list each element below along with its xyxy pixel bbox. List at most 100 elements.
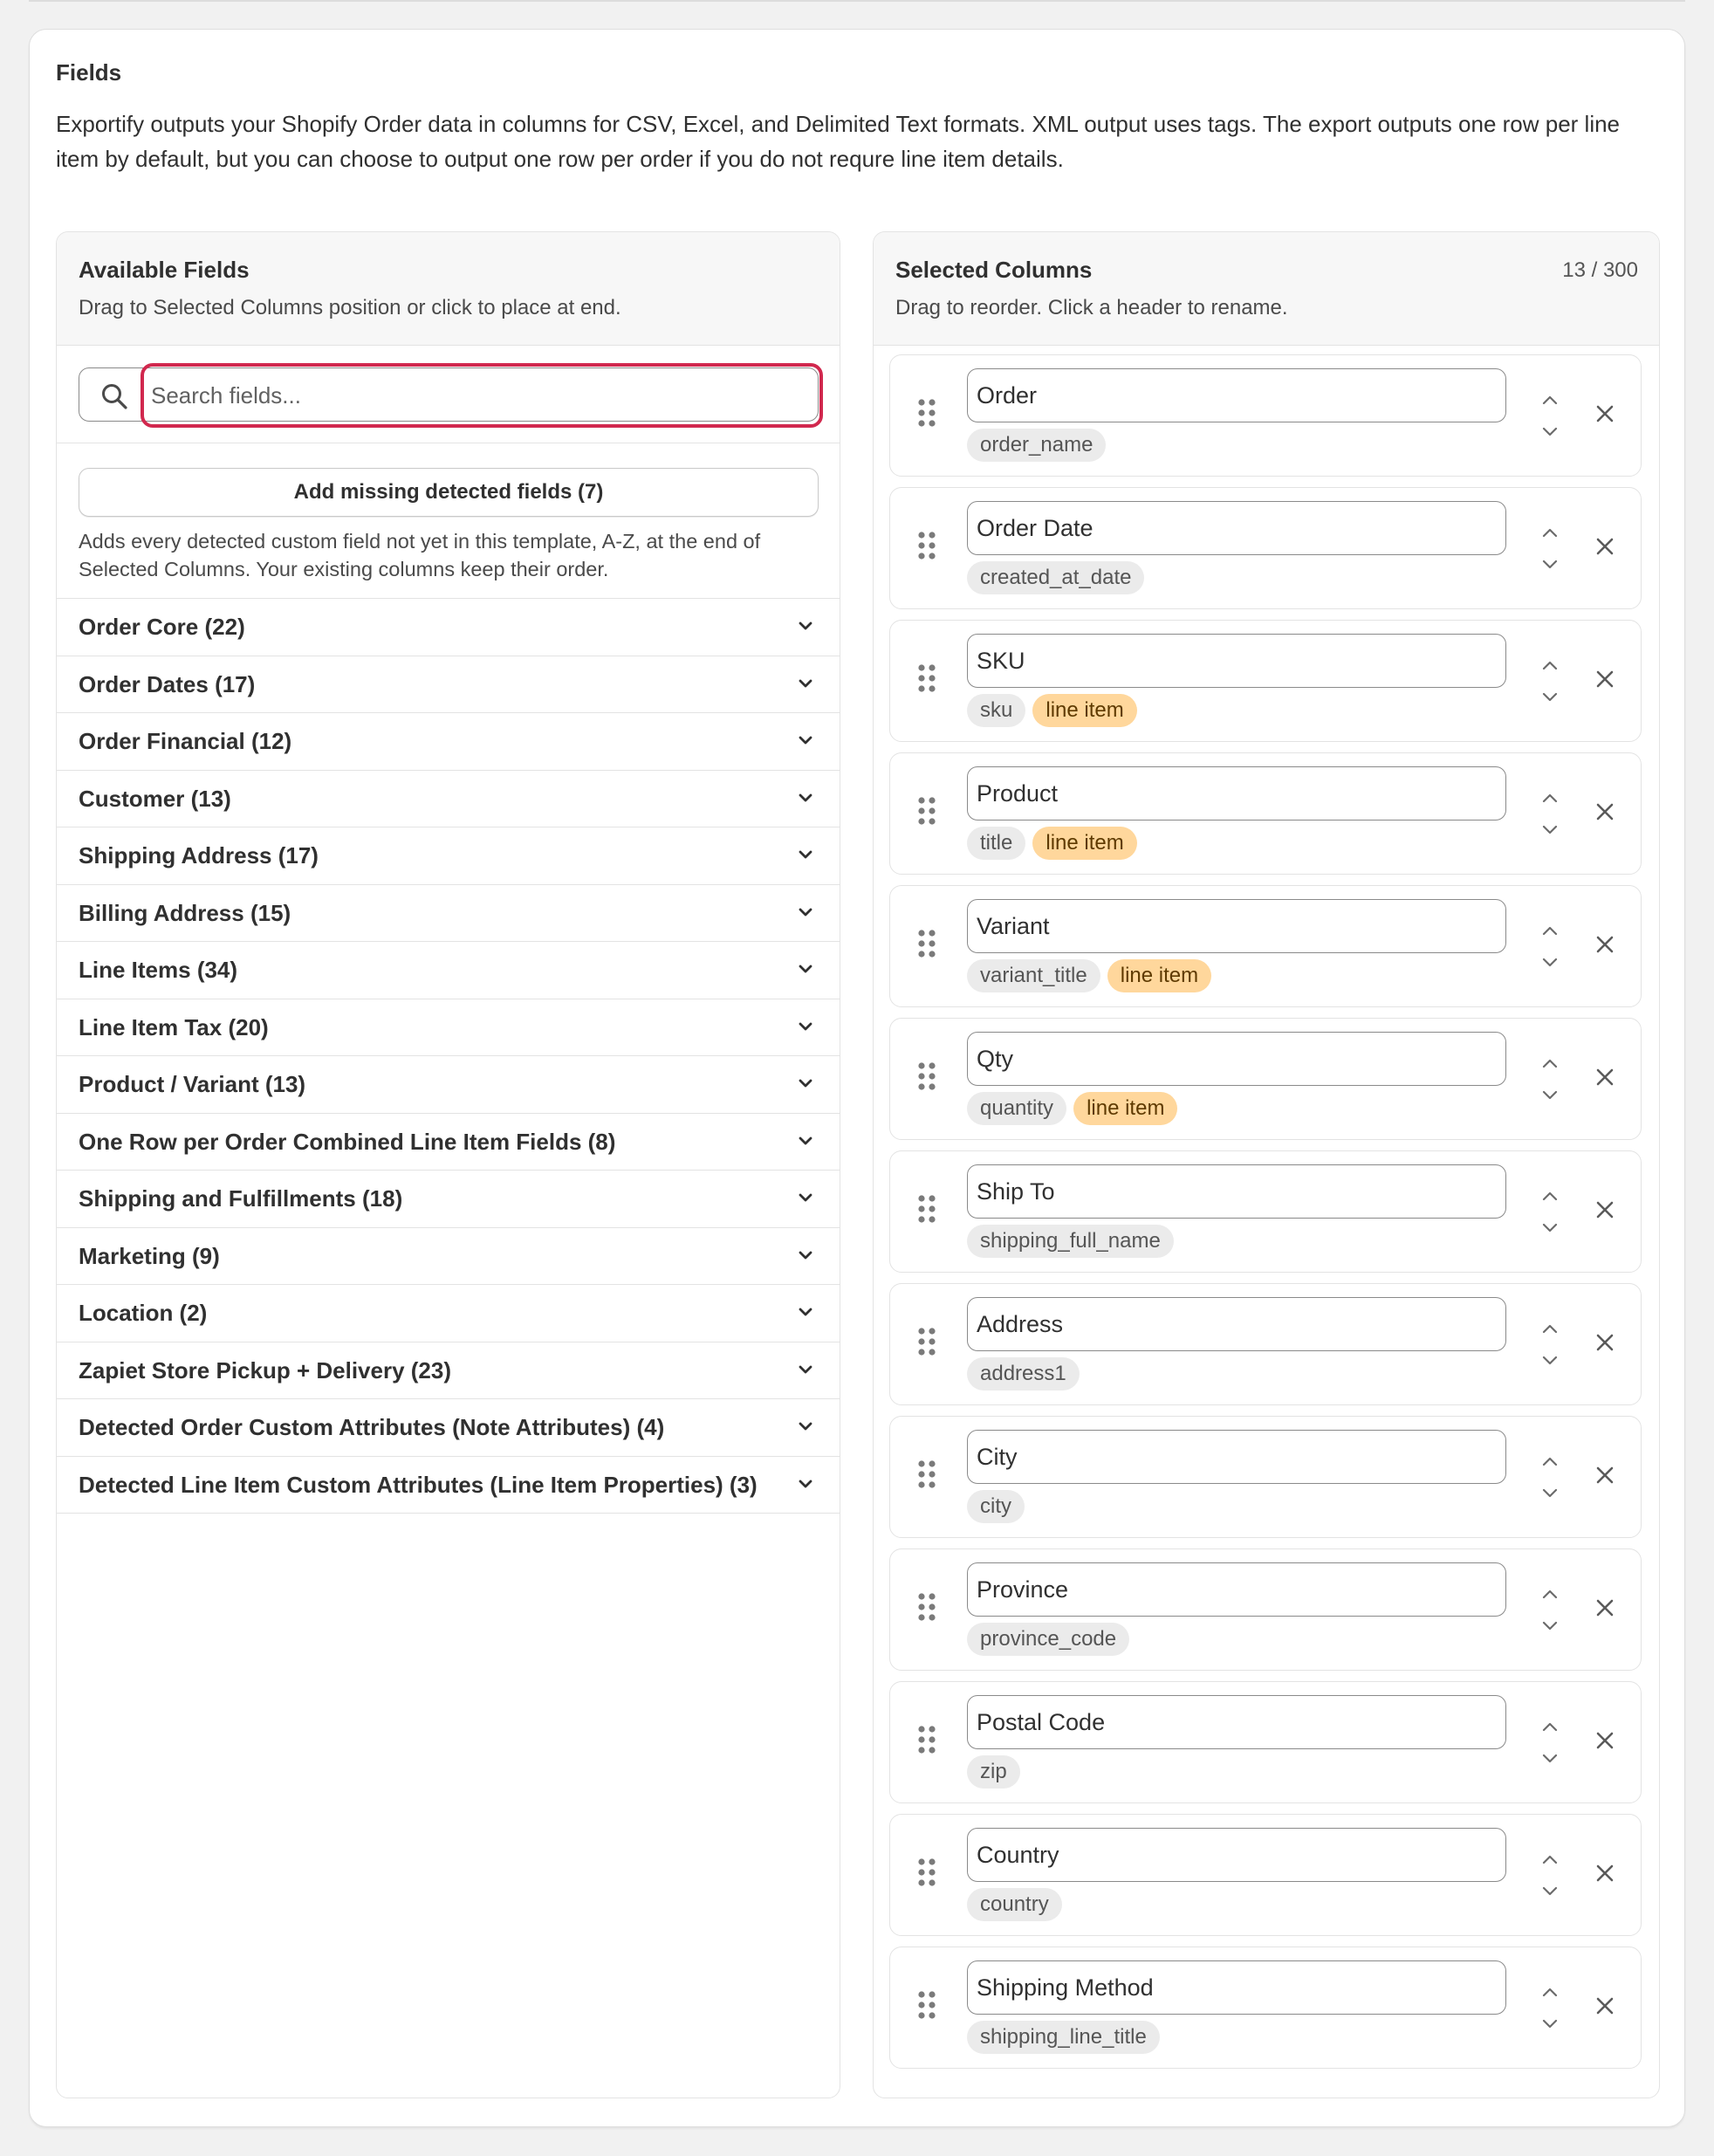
move-down-button[interactable] xyxy=(1539,1487,1560,1500)
drag-handle-icon[interactable] xyxy=(916,1193,937,1225)
selected-column-card[interactable]: address1 xyxy=(889,1283,1642,1405)
category-row[interactable]: Order Financial (12) xyxy=(57,713,840,771)
move-down-button[interactable] xyxy=(1539,425,1560,439)
move-up-button[interactable] xyxy=(1539,1322,1560,1335)
column-name-input[interactable] xyxy=(967,1164,1506,1219)
selected-column-card[interactable]: shipping_line_title xyxy=(889,1947,1642,2069)
move-down-button[interactable] xyxy=(1539,558,1560,572)
move-down-button[interactable] xyxy=(1539,1221,1560,1235)
selected-column-card[interactable]: order_name xyxy=(889,354,1642,477)
category-row[interactable]: Detected Line Item Custom Attributes (Li… xyxy=(57,1457,840,1514)
category-row[interactable]: Shipping and Fulfillments (18) xyxy=(57,1171,840,1228)
add-missing-detected-fields-button[interactable]: Add missing detected fields (7) xyxy=(79,468,819,517)
category-row[interactable]: Order Dates (17) xyxy=(57,656,840,713)
remove-column-button[interactable] xyxy=(1594,933,1616,956)
remove-column-button[interactable] xyxy=(1594,668,1616,690)
move-down-button[interactable] xyxy=(1539,2017,1560,2031)
drag-handle-icon[interactable] xyxy=(916,397,937,429)
field-key-tag: zip xyxy=(967,1755,1020,1789)
remove-column-button[interactable] xyxy=(1594,1331,1616,1354)
move-up-button[interactable] xyxy=(1539,393,1560,407)
selected-column-card[interactable]: zip xyxy=(889,1681,1642,1803)
category-row[interactable]: Marketing (9) xyxy=(57,1228,840,1285)
move-up-button[interactable] xyxy=(1539,924,1560,937)
category-row[interactable]: Shipping Address (17) xyxy=(57,827,840,885)
column-name-input[interactable] xyxy=(967,766,1506,821)
column-name-input[interactable] xyxy=(967,899,1506,953)
move-down-button[interactable] xyxy=(1539,823,1560,837)
remove-column-button[interactable] xyxy=(1594,800,1616,823)
category-row[interactable]: Product / Variant (13) xyxy=(57,1056,840,1114)
selected-column-card[interactable]: quantityline item xyxy=(889,1018,1642,1140)
move-down-button[interactable] xyxy=(1539,690,1560,704)
column-name-input[interactable] xyxy=(967,501,1506,555)
move-down-button[interactable] xyxy=(1539,1354,1560,1368)
move-down-button[interactable] xyxy=(1539,1752,1560,1766)
move-down-button[interactable] xyxy=(1539,956,1560,970)
selected-column-card[interactable]: variant_titleline item xyxy=(889,885,1642,1007)
move-up-button[interactable] xyxy=(1539,1587,1560,1601)
field-key-tag: variant_title xyxy=(967,959,1100,992)
drag-handle-icon[interactable] xyxy=(916,795,937,827)
column-name-input[interactable] xyxy=(967,1695,1506,1749)
drag-handle-icon[interactable] xyxy=(916,1326,937,1357)
category-row[interactable]: Line Items (34) xyxy=(57,942,840,999)
selected-column-card[interactable]: province_code xyxy=(889,1548,1642,1671)
selected-column-card[interactable]: titleline item xyxy=(889,752,1642,875)
remove-column-button[interactable] xyxy=(1594,535,1616,558)
category-row[interactable]: Location (2) xyxy=(57,1285,840,1342)
drag-handle-icon[interactable] xyxy=(916,1989,937,2021)
move-down-button[interactable] xyxy=(1539,1619,1560,1633)
selected-column-card[interactable]: city xyxy=(889,1416,1642,1538)
drag-handle-icon[interactable] xyxy=(916,530,937,561)
move-up-button[interactable] xyxy=(1539,1189,1560,1203)
search-input[interactable] xyxy=(141,363,823,428)
remove-column-button[interactable] xyxy=(1594,1862,1616,1885)
drag-handle-icon[interactable] xyxy=(916,1061,937,1092)
selected-column-card[interactable]: skuline item xyxy=(889,620,1642,742)
category-row[interactable]: Order Core (22) xyxy=(57,599,840,656)
column-name-input[interactable] xyxy=(967,1430,1506,1484)
category-row[interactable]: Billing Address (15) xyxy=(57,885,840,942)
move-up-button[interactable] xyxy=(1539,1454,1560,1468)
field-key-tag: title xyxy=(967,827,1026,860)
column-name-input[interactable] xyxy=(967,634,1506,688)
selected-column-card[interactable]: shipping_full_name xyxy=(889,1150,1642,1273)
move-up-button[interactable] xyxy=(1539,658,1560,672)
move-up-button[interactable] xyxy=(1539,525,1560,539)
remove-column-button[interactable] xyxy=(1594,1596,1616,1619)
drag-handle-icon[interactable] xyxy=(916,1724,937,1755)
remove-column-button[interactable] xyxy=(1594,1995,1616,2017)
drag-handle-icon[interactable] xyxy=(916,663,937,694)
column-name-input[interactable] xyxy=(967,368,1506,422)
category-row[interactable]: Detected Order Custom Attributes (Note A… xyxy=(57,1399,840,1457)
drag-handle-icon[interactable] xyxy=(916,1857,937,1888)
move-up-button[interactable] xyxy=(1539,1985,1560,1999)
drag-handle-icon[interactable] xyxy=(916,1591,937,1623)
column-name-input[interactable] xyxy=(967,1960,1506,2015)
category-row[interactable]: Line Item Tax (20) xyxy=(57,999,840,1056)
selected-column-card[interactable]: created_at_date xyxy=(889,487,1642,609)
move-up-button[interactable] xyxy=(1539,1852,1560,1866)
category-label: Product / Variant (13) xyxy=(79,1071,306,1097)
remove-column-button[interactable] xyxy=(1594,1198,1616,1221)
selected-column-card[interactable]: country xyxy=(889,1814,1642,1936)
column-name-input[interactable] xyxy=(967,1828,1506,1882)
move-down-button[interactable] xyxy=(1539,1088,1560,1102)
category-row[interactable]: Customer (13) xyxy=(57,771,840,827)
column-name-input[interactable] xyxy=(967,1297,1506,1351)
category-row[interactable]: Zapiet Store Pickup + Delivery (23) xyxy=(57,1342,840,1399)
remove-column-button[interactable] xyxy=(1594,1066,1616,1088)
drag-handle-icon[interactable] xyxy=(916,928,937,959)
column-name-input[interactable] xyxy=(967,1032,1506,1086)
remove-column-button[interactable] xyxy=(1594,1729,1616,1752)
move-up-button[interactable] xyxy=(1539,791,1560,805)
category-row[interactable]: One Row per Order Combined Line Item Fie… xyxy=(57,1114,840,1171)
remove-column-button[interactable] xyxy=(1594,402,1616,425)
column-name-input[interactable] xyxy=(967,1562,1506,1617)
move-up-button[interactable] xyxy=(1539,1056,1560,1070)
remove-column-button[interactable] xyxy=(1594,1464,1616,1487)
drag-handle-icon[interactable] xyxy=(916,1459,937,1490)
move-down-button[interactable] xyxy=(1539,1885,1560,1899)
move-up-button[interactable] xyxy=(1539,1720,1560,1734)
